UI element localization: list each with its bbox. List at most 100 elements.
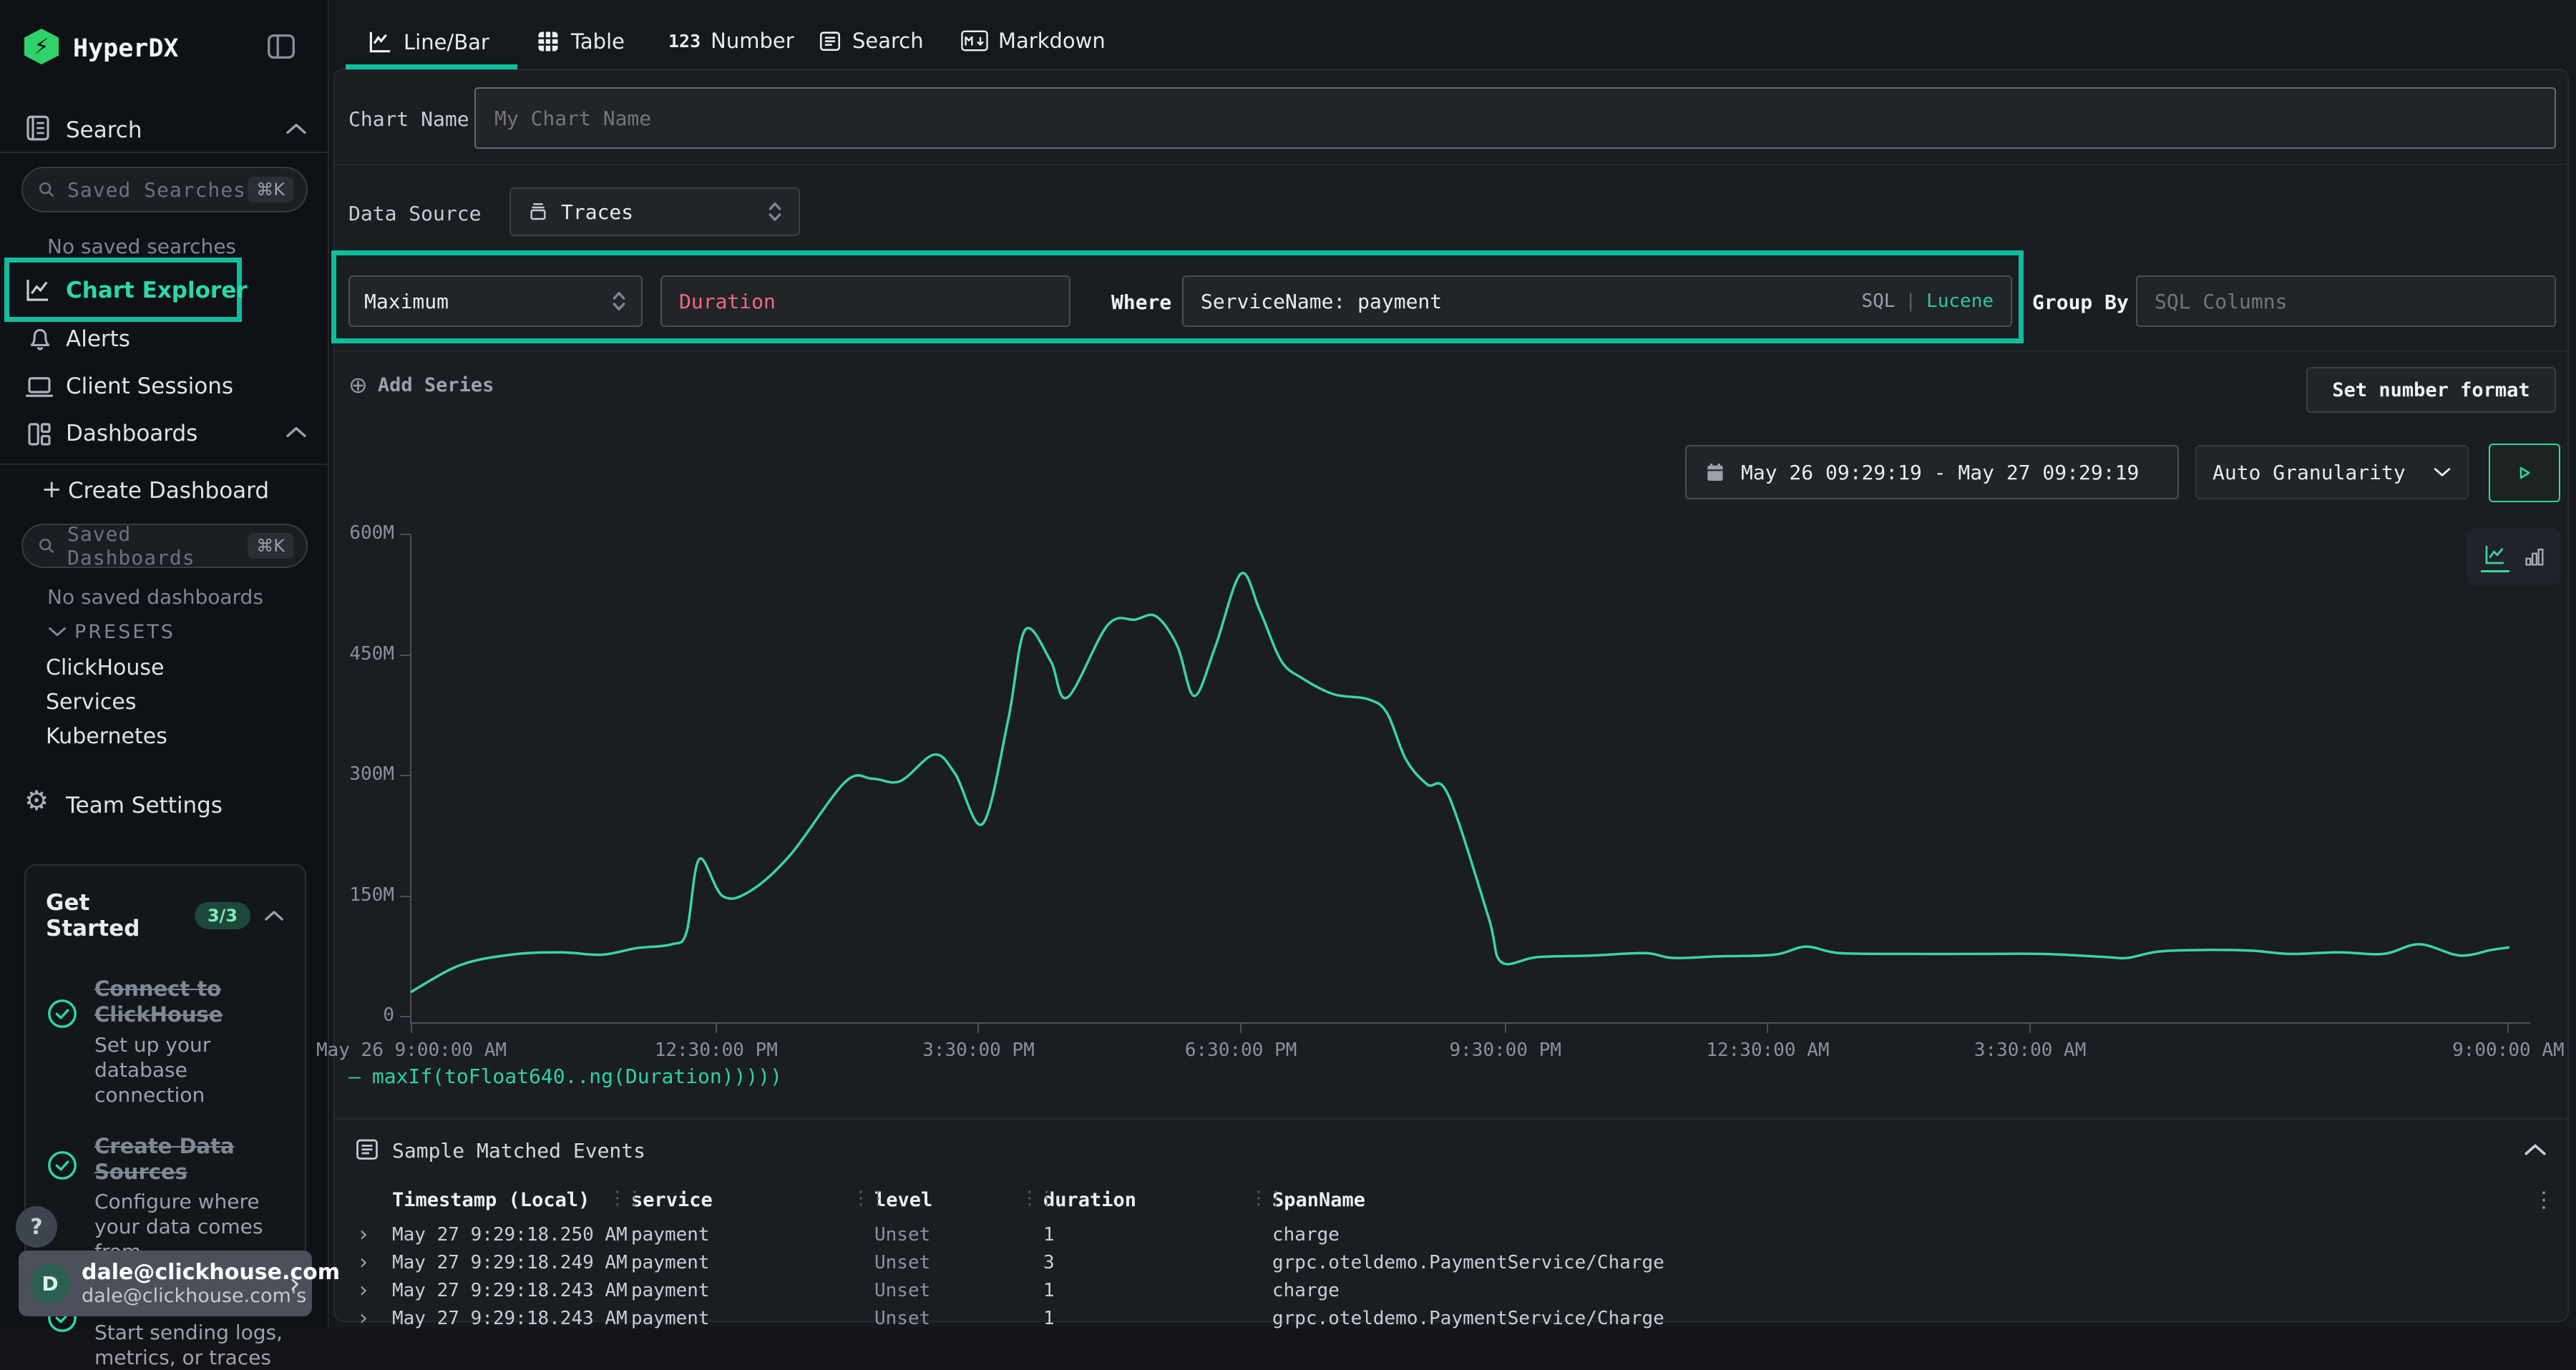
set-number-format-button[interactable]: Set number format [2306,367,2556,413]
tab-label: Line/Bar [404,30,489,54]
date-range-input[interactable]: May 26 09:29:19 - May 27 09:29:19 [1685,445,2179,499]
hyperdx-logo-icon: ⚡ [24,29,59,64]
no-saved-searches-text: No saved searches [47,235,236,258]
line-chart-toggle[interactable] [2481,542,2509,572]
checklist-item[interactable]: Connect to ClickHouse Set up your databa… [46,976,285,1107]
gear-icon: ⚙ [24,787,49,814]
plus-circle-icon: ⊕ [348,373,368,396]
date-range-value: May 26 09:29:19 - May 27 09:29:19 [1741,461,2139,484]
chart-type-toggle [2467,528,2560,585]
chart-name-label: Chart Name [348,107,469,131]
column-resize-handle[interactable]: ⋮⋮ [1249,1188,1284,1209]
preset-item-clickhouse[interactable]: ClickHouse [46,655,165,680]
checklist-item[interactable]: Create Data Sources Configure where your… [46,1133,285,1265]
x-axis-tick-label: May 26 9:00:00 AM [316,1039,507,1061]
col-header-service[interactable]: service [631,1189,713,1211]
checklist-title: Create Data Sources [94,1133,285,1185]
get-started-panel: Get Started 3/3 Connect to ClickHouse Se… [24,864,306,1293]
y-axis-tick-label: 150M [318,884,394,906]
divider [0,464,329,465]
sidebar-collapse-button[interactable] [265,30,298,63]
add-series-button[interactable]: ⊕ Add Series [348,373,494,396]
search-icon [36,179,57,200]
cell-level: Unset [874,1280,1043,1301]
user-subtitle: dale@clickhouse.com's [82,1285,289,1307]
brand-name: HyperDX [73,34,179,63]
granularity-select[interactable]: Auto Granularity [2195,445,2469,499]
sidebar-item-dashboards[interactable]: Dashboards [66,421,197,446]
cell-spanname: grpc.oteldemo.PaymentService/Charge [1272,1252,2570,1273]
expand-row-icon[interactable]: › [359,1222,392,1247]
saved-dashboards-input[interactable]: Saved Dashboards ⌘K [21,524,308,568]
column-resize-handle[interactable]: ⋮⋮ [608,1188,643,1209]
divider [335,164,2567,165]
expand-row-icon[interactable]: › [359,1306,392,1331]
sidebar-section-search[interactable]: Search [66,117,142,143]
bar-chart-toggle[interactable] [2522,544,2547,569]
table-icon [535,29,561,54]
sidebar-item-chart-explorer[interactable]: Chart Explorer [66,278,248,303]
group-by-input[interactable] [2136,275,2556,327]
data-source-label: Data Source [348,202,481,225]
col-header-duration[interactable]: duration [1043,1189,1136,1211]
col-header-spanname[interactable]: SpanName [1272,1189,1365,1211]
kebab-menu-icon[interactable]: ⋮ [2533,1188,2555,1213]
tab-search[interactable]: Search [818,29,924,53]
chevron-down-icon[interactable] [47,625,67,638]
x-axis-tick-label: 3:30:00 PM [922,1039,1035,1061]
saved-searches-input[interactable]: Saved Searches ⌘K [21,167,308,212]
table-row[interactable]: › May 27 9:29:18.243 AM payment Unset 1 … [359,1276,2570,1304]
plus-icon: + [42,475,62,504]
cell-service: payment [631,1308,874,1329]
run-query-button[interactable] [2489,444,2560,502]
cell-duration: 1 [1043,1308,1272,1329]
sidebar-item-client-sessions[interactable]: Client Sessions [66,373,233,399]
column-resize-handle[interactable]: ⋮⋮ [1020,1188,1055,1209]
expand-row-icon[interactable]: › [359,1250,392,1275]
divider [335,351,2567,352]
chevron-right-icon: › [289,1269,301,1298]
tab-markdown[interactable]: Markdown [961,29,1106,53]
presets-section-label[interactable]: PRESETS [74,621,175,643]
sidebar-item-team-settings[interactable]: Team Settings [66,793,223,818]
y-axis-tick-label: 450M [318,643,394,665]
list-icon [818,29,842,53]
cell-timestamp: May 27 9:29:18.243 AM [392,1280,631,1301]
cell-timestamp: May 27 9:29:18.250 AM [392,1224,631,1246]
no-saved-dashboards-text: No saved dashboards [47,585,263,609]
line-chart-icon [366,29,394,56]
column-resize-handle[interactable]: ⋮⋮ [852,1188,886,1209]
chevron-up-icon[interactable] [285,425,308,439]
data-source-select[interactable]: Traces [509,187,800,236]
chevron-down-icon [2433,466,2451,479]
timeseries-chart[interactable]: 0150M300M450M600MMay 26 9:00:00 AM12:30:… [411,534,2527,1017]
cell-duration: 3 [1043,1252,1272,1273]
select-chevrons-icon [767,200,783,223]
expand-row-icon[interactable]: › [359,1278,392,1303]
tab-line-bar[interactable]: Line/Bar [366,29,489,56]
user-menu[interactable]: D dale@clickhouse.com dale@clickhouse.co… [19,1251,312,1316]
tab-label: Search [852,29,924,53]
preset-item-kubernetes[interactable]: Kubernetes [46,724,167,749]
chevron-up-icon[interactable] [263,909,285,922]
y-axis-tick-label: 600M [318,522,394,544]
divider [335,1118,2567,1120]
col-header-timestamp[interactable]: Timestamp (Local) [392,1189,590,1211]
list-icon [354,1136,380,1162]
chart-name-input[interactable] [474,87,2556,149]
bar-chart-icon [2522,544,2547,569]
table-row[interactable]: › May 27 9:29:18.250 AM payment Unset 1 … [359,1220,2570,1248]
create-dashboard-button[interactable]: Create Dashboard [68,478,269,504]
preset-item-services[interactable]: Services [46,690,137,715]
sidebar-item-alerts[interactable]: Alerts [66,326,130,352]
help-button[interactable]: ? [16,1206,57,1248]
tab-number[interactable]: 123 Number [668,29,794,53]
tab-table[interactable]: Table [535,29,625,54]
chevron-up-icon[interactable] [285,122,308,136]
shortcut-badge: ⌘K [248,177,293,202]
cell-duration: 1 [1043,1280,1272,1301]
y-axis-tick-label: 300M [318,763,394,785]
table-row[interactable]: › May 27 9:29:18.243 AM payment Unset 1 … [359,1304,2570,1332]
table-row[interactable]: › May 27 9:29:18.249 AM payment Unset 3 … [359,1248,2570,1276]
chevron-up-icon[interactable] [2523,1142,2547,1158]
